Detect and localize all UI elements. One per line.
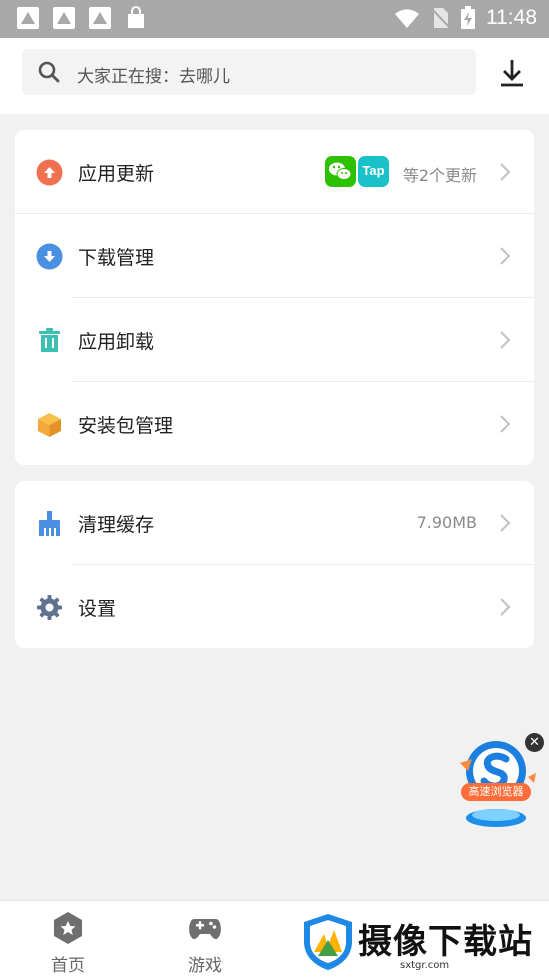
menu-item-clear-cache[interactable]: 清理缓存 7.90MB <box>15 481 534 565</box>
shopping-bag-icon <box>128 6 144 28</box>
manage-card-1: 应用更新 Tap 等2个更新 下载管理 应用卸载 安装包管理 <box>15 130 534 465</box>
chevron-right-icon <box>500 598 511 616</box>
nav-item-games[interactable]: 游戏 <box>155 901 255 978</box>
cache-size: 7.90MB <box>416 513 477 532</box>
system-status: 11:48 <box>394 6 537 30</box>
search-icon <box>38 61 60 83</box>
gamepad-icon <box>189 919 221 940</box>
shield-logo-icon <box>304 914 352 970</box>
nav-label: 首页 <box>51 956 85 976</box>
menu-item-app-uninstall[interactable]: 应用卸载 <box>15 298 534 382</box>
broom-icon <box>39 511 60 536</box>
upload-arrow-icon <box>36 159 63 186</box>
battery-charging-icon <box>461 6 475 29</box>
menu-item-label: 下载管理 <box>78 247 155 269</box>
site-watermark: 摄像下载站 sxtgr.com <box>300 908 549 977</box>
close-icon[interactable]: ✕ <box>525 733 544 752</box>
menu-item-app-update[interactable]: 应用更新 Tap 等2个更新 <box>15 130 534 214</box>
notification-icon <box>17 7 39 29</box>
browser-ad-label: 高速浏览器 <box>461 783 531 801</box>
nav-item-home[interactable]: 首页 <box>18 901 118 978</box>
trash-icon <box>39 328 60 352</box>
search-placeholder: 大家正在搜：去哪儿 <box>77 67 230 87</box>
notification-icon <box>89 7 111 29</box>
chevron-right-icon <box>500 331 511 349</box>
clock-time: 11:48 <box>486 6 537 29</box>
package-box-icon <box>38 413 61 437</box>
wifi-icon <box>395 9 419 28</box>
status-bar: 11:48 <box>0 0 549 38</box>
taptap-label: Tap <box>362 163 385 178</box>
menu-item-label: 设置 <box>78 598 117 620</box>
download-arrow-icon <box>36 243 63 270</box>
wechat-icon <box>325 156 356 187</box>
watermark-url: sxtgr.com <box>400 960 450 971</box>
notification-icons <box>16 6 148 30</box>
no-sim-icon <box>431 8 450 28</box>
menu-item-label: 应用更新 <box>78 163 155 185</box>
watermark-text: 摄像下载站 <box>358 922 533 962</box>
menu-item-download-manager[interactable]: 下载管理 <box>15 214 534 298</box>
manage-card-2: 清理缓存 7.90MB 设置 <box>15 481 534 648</box>
chevron-right-icon <box>500 514 511 532</box>
nav-label: 游戏 <box>188 956 222 976</box>
notification-icon <box>53 7 75 29</box>
chevron-right-icon <box>500 163 511 181</box>
search-input[interactable]: 大家正在搜：去哪儿 <box>22 49 476 95</box>
header: 大家正在搜：去哪儿 <box>0 38 549 114</box>
gear-icon <box>37 595 62 620</box>
menu-item-label: 安装包管理 <box>78 415 174 437</box>
menu-item-label: 应用卸载 <box>78 331 155 353</box>
menu-item-package-manager[interactable]: 安装包管理 <box>15 382 534 465</box>
download-icon[interactable] <box>498 58 526 88</box>
update-count: 等2个更新 <box>402 166 477 185</box>
home-star-icon <box>54 912 82 944</box>
chevron-right-icon <box>500 415 511 433</box>
chevron-right-icon <box>500 247 511 265</box>
taptap-icon: Tap <box>358 156 389 187</box>
menu-item-settings[interactable]: 设置 <box>15 565 534 648</box>
menu-item-label: 清理缓存 <box>78 514 155 536</box>
